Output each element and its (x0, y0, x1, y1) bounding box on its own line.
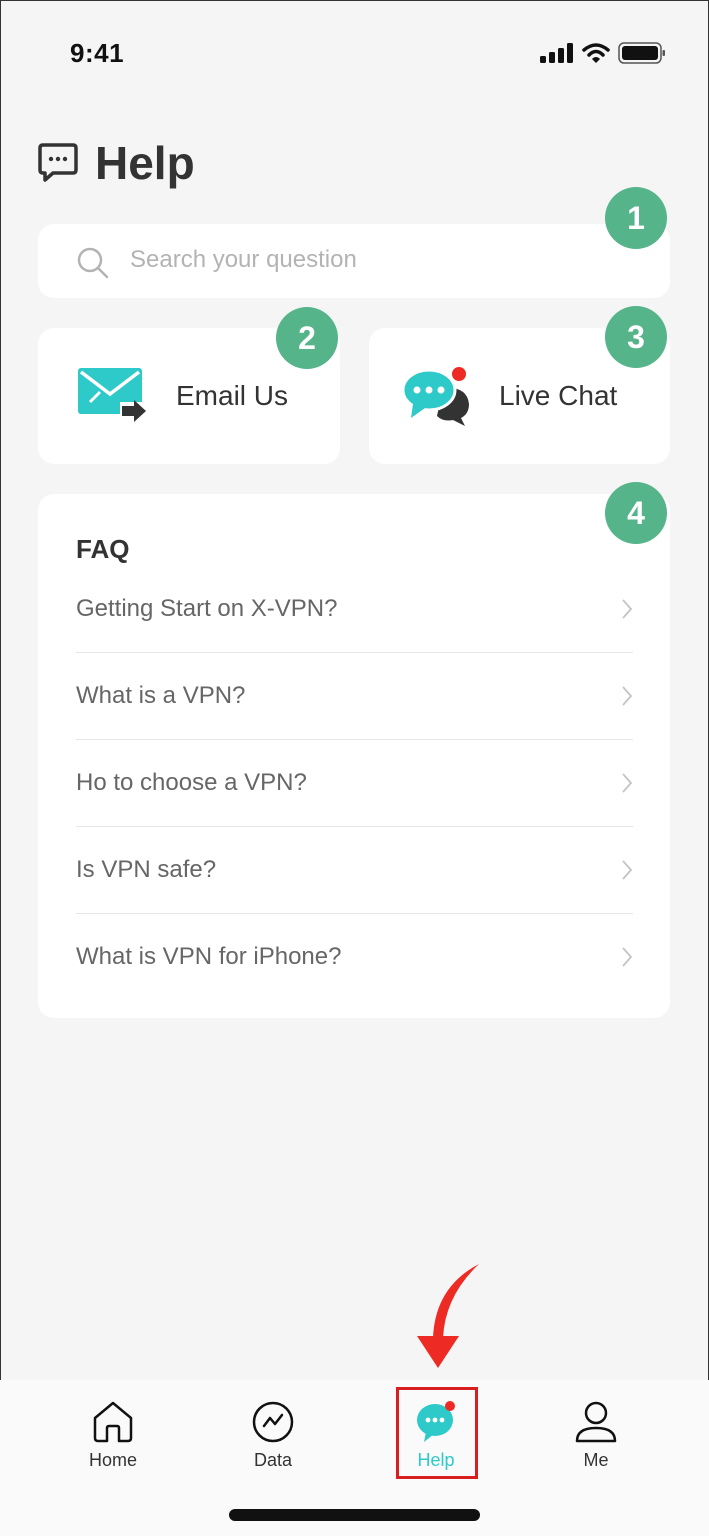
search-input[interactable]: Search your question (130, 246, 357, 274)
faq-item[interactable]: Getting Start on X-VPN? (76, 566, 633, 653)
email-send-icon (78, 368, 146, 422)
annotation-arrow-icon (417, 1264, 479, 1368)
tab-me[interactable]: Me (546, 1400, 646, 1471)
signal-icon (540, 43, 573, 63)
faq-item-label: What is VPN for iPhone? (76, 943, 342, 970)
chevron-right-icon (622, 947, 633, 967)
search-bar[interactable]: Search your question (38, 224, 670, 298)
page-header: Help (37, 136, 195, 190)
user-icon (575, 1401, 617, 1443)
live-chat-icon (403, 367, 469, 426)
faq-item-label: Ho to choose a VPN? (76, 769, 307, 796)
faq-item[interactable]: What is VPN for iPhone? (76, 914, 633, 1000)
faq-item-label: Getting Start on X-VPN? (76, 595, 338, 622)
chart-icon (252, 1401, 294, 1443)
annotation-highlight-box (396, 1387, 478, 1479)
tab-label: Home (88, 1450, 137, 1470)
status-icons (540, 42, 666, 64)
home-icon (93, 1401, 133, 1443)
wifi-icon (582, 43, 610, 63)
faq-item[interactable]: Is VPN safe? (76, 827, 633, 914)
annotation-badge-1: 1 (605, 187, 667, 249)
tab-home[interactable]: Home (63, 1400, 163, 1471)
faq-item[interactable]: What is a VPN? (76, 653, 633, 740)
faq-title: FAQ (76, 534, 130, 564)
chevron-right-icon (622, 773, 633, 793)
annotation-badge-4: 4 (605, 482, 667, 544)
home-indicator (229, 1509, 480, 1521)
battery-icon (618, 42, 665, 64)
annotation-badge-2: 2 (276, 307, 338, 369)
faq-card: FAQ Getting Start on X-VPN? What is a VP… (38, 494, 670, 1018)
live-chat-label: Live Chat (499, 380, 618, 411)
status-time: 9:41 (70, 38, 125, 68)
chat-bubble-icon (38, 143, 78, 182)
faq-list: Getting Start on X-VPN? What is a VPN? H… (76, 566, 633, 1000)
page-title: Help (95, 137, 195, 189)
tab-label: Me (583, 1450, 609, 1470)
email-us-label: Email Us (176, 380, 289, 411)
faq-item-label: Is VPN safe? (76, 856, 217, 883)
faq-item[interactable]: Ho to choose a VPN? (76, 740, 633, 827)
search-icon (77, 247, 109, 279)
tab-data[interactable]: Data (223, 1400, 323, 1471)
faq-item-label: What is a VPN? (76, 682, 246, 709)
chevron-right-icon (622, 860, 633, 880)
tab-label: Data (253, 1450, 293, 1470)
chevron-right-icon (622, 599, 633, 619)
chevron-right-icon (622, 686, 633, 706)
annotation-badge-3: 3 (605, 306, 667, 368)
